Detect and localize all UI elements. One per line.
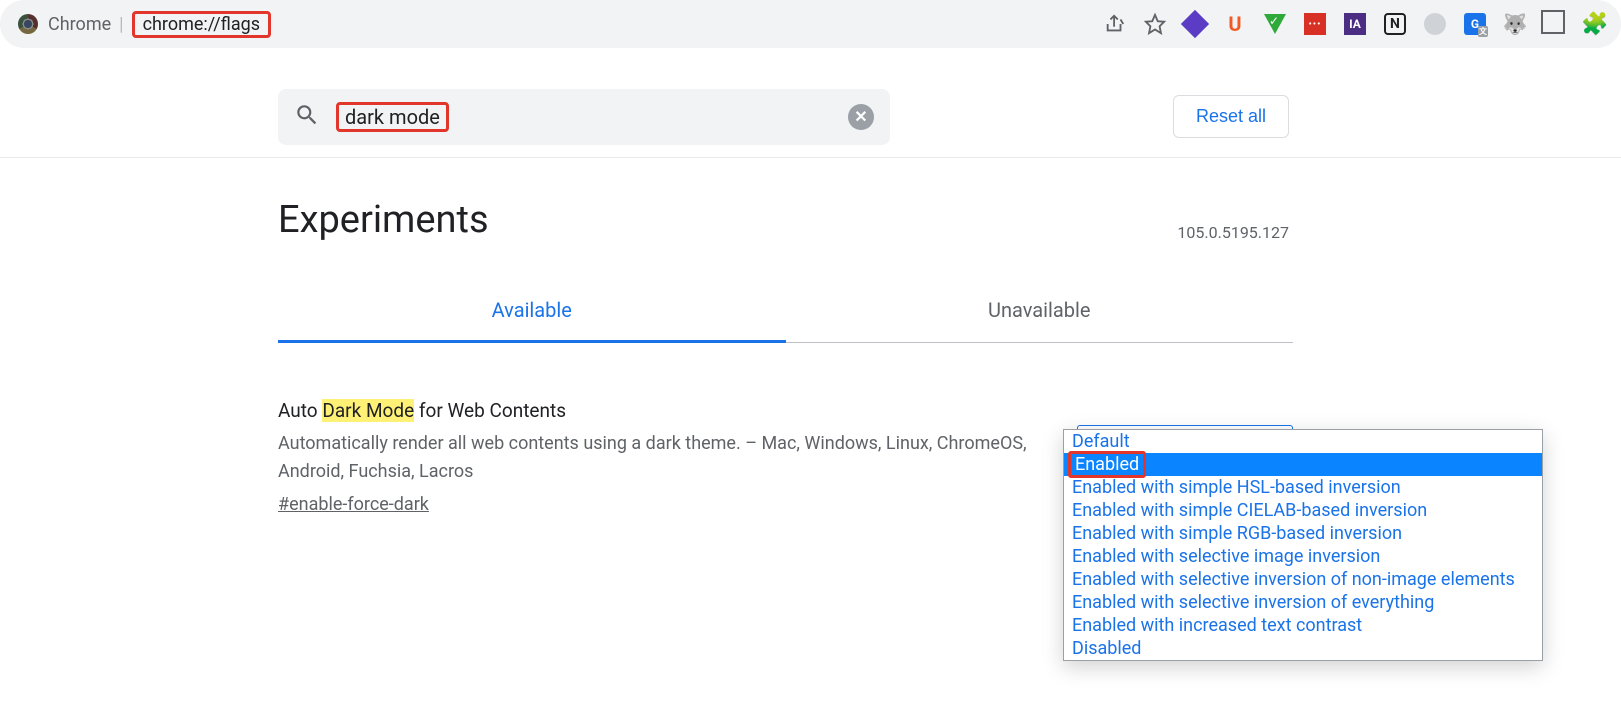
chrome-logo-icon bbox=[18, 14, 38, 34]
flag-description: Automatically render all web contents us… bbox=[278, 430, 1037, 486]
extension-icon-ia[interactable]: IA bbox=[1343, 12, 1367, 36]
omnibox-separator: | bbox=[119, 14, 123, 35]
extensions-menu-icon[interactable]: 🧩 bbox=[1583, 12, 1607, 36]
extension-icon-shield[interactable] bbox=[1263, 12, 1287, 36]
search-value-highlight-annotation: dark mode bbox=[336, 102, 449, 132]
dropdown-option[interactable]: Enabled bbox=[1064, 453, 1542, 476]
omnibox-url[interactable]: chrome://flags bbox=[135, 12, 269, 37]
tabs: Available Unavailable bbox=[278, 280, 1293, 343]
star-icon[interactable] bbox=[1143, 12, 1167, 36]
share-icon[interactable] bbox=[1103, 12, 1127, 36]
address-bar: Chrome | chrome://flags U ••• IA N G 🐺 🧩 bbox=[0, 0, 1621, 48]
flag-anchor-link[interactable]: #enable-force-dark bbox=[278, 494, 429, 515]
dropdown-option[interactable]: Enabled with simple RGB-based inversion bbox=[1064, 522, 1542, 545]
search-input-value[interactable]: dark mode bbox=[339, 103, 446, 131]
extension-icon-ublock[interactable]: U bbox=[1223, 12, 1247, 36]
dropdown-option[interactable]: Enabled with selective inversion of ever… bbox=[1064, 591, 1542, 614]
page-title: Experiments bbox=[278, 198, 489, 242]
reset-all-button[interactable]: Reset all bbox=[1173, 95, 1289, 138]
heading-row: Experiments 105.0.5195.127 bbox=[0, 158, 1621, 252]
extension-icon-gray[interactable] bbox=[1423, 12, 1447, 36]
flag-title-highlight: Dark Mode bbox=[322, 399, 414, 422]
flag-title-prefix: Auto bbox=[278, 399, 322, 422]
extension-icon-gtranslate[interactable]: G bbox=[1463, 12, 1487, 36]
dropdown-option[interactable]: Default bbox=[1064, 430, 1542, 453]
search-icon bbox=[294, 102, 320, 132]
flag-dropdown-listbox[interactable]: DefaultEnabledEnabled with simple HSL-ba… bbox=[1063, 429, 1543, 661]
url-highlight-annotation: chrome://flags bbox=[132, 11, 272, 38]
dropdown-option-highlight-annotation: Enabled bbox=[1068, 451, 1146, 478]
clear-search-icon[interactable]: ✕ bbox=[848, 104, 874, 130]
extension-icon-lastpass[interactable]: ••• bbox=[1303, 12, 1327, 36]
extension-icon-notion[interactable]: N bbox=[1383, 12, 1407, 36]
dropdown-option[interactable]: Enabled with simple HSL-based inversion bbox=[1064, 476, 1542, 499]
dropdown-option[interactable]: Disabled bbox=[1064, 637, 1542, 660]
flag-title-suffix: for Web Contents bbox=[414, 399, 566, 422]
extension-icon-diamond[interactable] bbox=[1183, 12, 1207, 36]
extension-icon-copy[interactable] bbox=[1543, 12, 1567, 36]
dropdown-option[interactable]: Enabled with increased text contrast bbox=[1064, 614, 1542, 637]
chrome-version: 105.0.5195.127 bbox=[1177, 223, 1289, 242]
controls-row: dark mode ✕ Reset all bbox=[0, 48, 1621, 158]
flags-search-box[interactable]: dark mode ✕ bbox=[278, 89, 890, 145]
dropdown-option[interactable]: Enabled with selective image inversion bbox=[1064, 545, 1542, 568]
extension-icon-wolf[interactable]: 🐺 bbox=[1503, 12, 1527, 36]
dropdown-option[interactable]: Enabled with simple CIELAB-based inversi… bbox=[1064, 499, 1542, 522]
dropdown-option[interactable]: Enabled with selective inversion of non-… bbox=[1064, 568, 1542, 591]
tab-available[interactable]: Available bbox=[278, 280, 786, 343]
tab-unavailable[interactable]: Unavailable bbox=[786, 280, 1294, 343]
site-info-label[interactable]: Chrome bbox=[48, 14, 111, 35]
flag-title: Auto Dark Mode for Web Contents bbox=[278, 399, 1037, 422]
